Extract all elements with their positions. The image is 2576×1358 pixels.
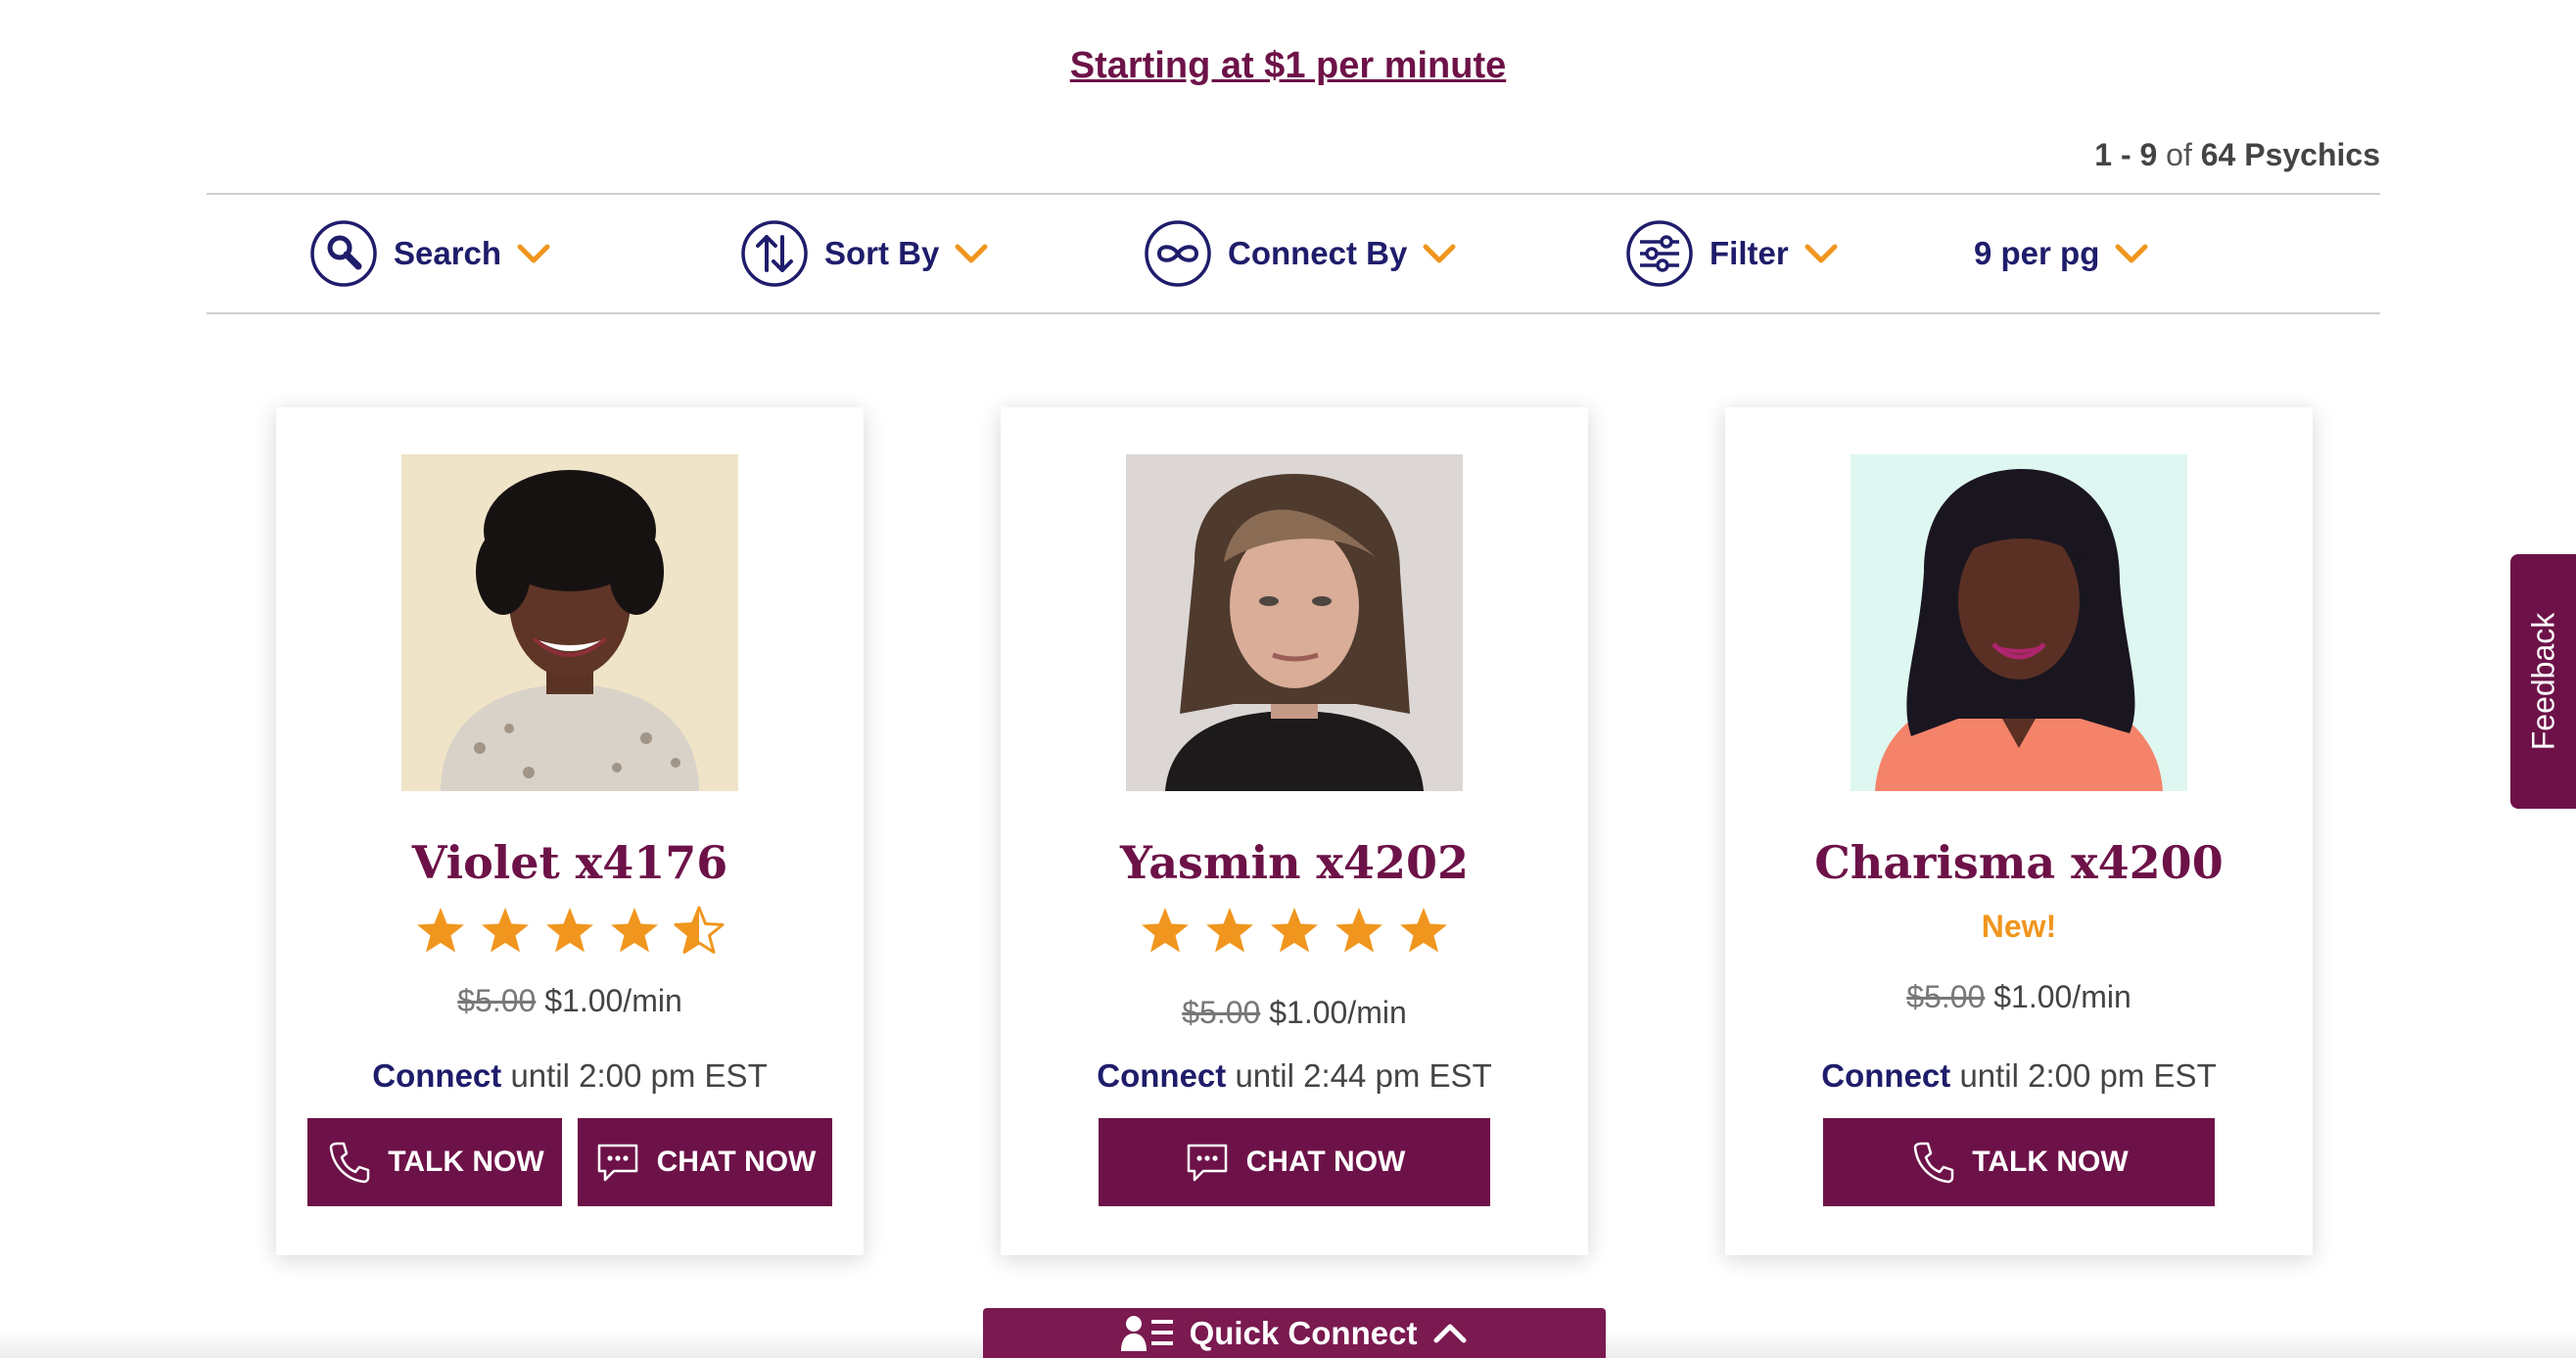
star-full-icon xyxy=(1335,908,1382,953)
portrait-image xyxy=(1126,454,1463,791)
phone-icon xyxy=(330,1142,370,1184)
psychic-photo[interactable] xyxy=(1126,454,1463,791)
per-page-dropdown[interactable]: 9 per pg xyxy=(1974,195,2148,312)
old-price: $5.00 xyxy=(1906,979,1986,1014)
connect-by-label: Connect By xyxy=(1228,235,1408,271)
connect-label: Connect xyxy=(1097,1057,1227,1094)
chat-now-button[interactable]: CHAT NOW xyxy=(578,1118,832,1206)
connect-until: until 2:00 pm EST xyxy=(1959,1057,2217,1094)
quick-connect-label: Quick Connect xyxy=(1189,1314,1418,1351)
star-half-icon xyxy=(674,906,725,954)
price-info: $5.00 $1.00/min xyxy=(1725,979,2313,1015)
connect-label: Connect xyxy=(1821,1057,1951,1094)
per-page-label: 9 per pg xyxy=(1974,235,2100,271)
results-total: 64 Psychics xyxy=(2200,137,2380,172)
rating-stars xyxy=(1001,905,1588,958)
connect-label: Connect xyxy=(372,1057,502,1094)
price-info: $5.00 $1.00/min xyxy=(1001,995,1588,1031)
chat-now-label: CHAT NOW xyxy=(1245,1146,1406,1178)
psychic-card: Yasmin x4202 $5.00 $1.00/min Connect unt… xyxy=(1001,407,1588,1255)
connect-by-dropdown[interactable]: Connect By xyxy=(1144,195,1456,312)
search-icon xyxy=(310,220,377,287)
psychic-name[interactable]: Charisma x4200 xyxy=(1725,836,2313,889)
chat-bubble-icon xyxy=(597,1144,637,1182)
star-full-icon xyxy=(417,908,464,953)
new-badge: New! xyxy=(1981,909,2057,944)
current-price: $1.00/min xyxy=(1269,995,1407,1030)
chevron-up-icon xyxy=(1433,1324,1467,1342)
current-price: $1.00/min xyxy=(1993,979,2131,1014)
results-range: 1 - 9 xyxy=(2094,137,2158,172)
sort-label: Sort By xyxy=(824,235,940,271)
connect-availability: Connect until 2:00 pm EST xyxy=(1725,1057,2313,1095)
connect-until: until 2:00 pm EST xyxy=(510,1057,768,1094)
talk-now-label: TALK NOW xyxy=(1972,1146,2129,1178)
infinity-icon xyxy=(1145,220,1211,287)
chevron-down-icon xyxy=(1804,244,1838,263)
chevron-down-icon xyxy=(517,244,550,263)
psychic-photo[interactable] xyxy=(1850,454,2187,791)
rating-stars xyxy=(276,905,864,958)
feedback-label: Feedback xyxy=(2525,612,2560,751)
psychic-card: Violet x4176 $5.00 $1.00/min Connect unt… xyxy=(276,407,864,1255)
talk-now-label: TALK NOW xyxy=(388,1146,544,1178)
search-label: Search xyxy=(394,235,502,271)
results-count: 1 - 9 of 64 Psychics xyxy=(2094,137,2380,173)
star-full-icon xyxy=(611,908,658,953)
talk-now-button[interactable]: TALK NOW xyxy=(307,1118,562,1206)
chat-now-label: CHAT NOW xyxy=(656,1146,817,1178)
chevron-down-icon xyxy=(955,244,988,263)
connect-availability: Connect until 2:44 pm EST xyxy=(1001,1057,1588,1095)
chevron-down-icon xyxy=(1423,244,1456,263)
chevron-down-icon xyxy=(2115,244,2148,263)
phone-icon xyxy=(1914,1142,1954,1184)
star-full-icon xyxy=(1206,908,1253,953)
star-full-icon xyxy=(1271,908,1318,953)
star-full-icon xyxy=(1400,908,1447,953)
connect-availability: Connect until 2:00 pm EST xyxy=(276,1057,864,1095)
star-full-icon xyxy=(546,908,593,953)
portrait-image xyxy=(401,454,738,791)
sort-dropdown[interactable]: Sort By xyxy=(740,195,988,312)
filter-label: Filter xyxy=(1710,235,1789,271)
chat-now-button[interactable]: CHAT NOW xyxy=(1099,1118,1490,1206)
connect-until: until 2:44 pm EST xyxy=(1235,1057,1492,1094)
results-of: of xyxy=(2166,137,2192,172)
filter-dropdown[interactable]: Filter xyxy=(1625,195,1838,312)
promo-link[interactable]: Starting at $1 per minute xyxy=(0,45,2576,87)
talk-now-button[interactable]: TALK NOW xyxy=(1823,1118,2215,1206)
psychic-photo[interactable] xyxy=(401,454,738,791)
feedback-tab[interactable]: Feedback xyxy=(2510,554,2576,809)
price-info: $5.00 $1.00/min xyxy=(276,983,864,1019)
current-price: $1.00/min xyxy=(544,983,682,1018)
filter-sliders-icon xyxy=(1626,220,1693,287)
portrait-image xyxy=(1850,454,2187,791)
filter-toolbar: Search Sort By Connect By Filter 9 per p… xyxy=(207,193,2380,314)
chat-bubble-icon xyxy=(1187,1144,1227,1182)
search-dropdown[interactable]: Search xyxy=(309,195,550,312)
user-list-icon xyxy=(1120,1315,1173,1351)
sort-icon xyxy=(741,220,808,287)
psychic-name[interactable]: Violet x4176 xyxy=(276,836,864,889)
quick-connect-button[interactable]: Quick Connect xyxy=(983,1308,1606,1358)
old-price: $5.00 xyxy=(1182,995,1261,1030)
psychic-name[interactable]: Yasmin x4202 xyxy=(1001,836,1588,889)
old-price: $5.00 xyxy=(457,983,537,1018)
psychic-card: Charisma x4200 New! $5.00 $1.00/min Conn… xyxy=(1725,407,2313,1255)
star-full-icon xyxy=(1142,908,1189,953)
star-full-icon xyxy=(482,908,529,953)
